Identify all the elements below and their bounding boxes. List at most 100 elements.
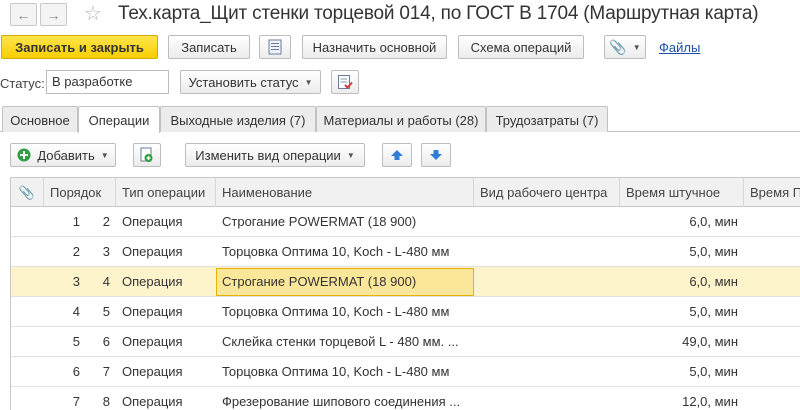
add-circle-icon [17,148,31,162]
tab-main[interactable]: Основное [2,106,78,132]
change-operation-view-button[interactable]: Изменить вид операции ▼ [185,143,365,167]
move-down-button[interactable] [421,143,451,167]
caret-down-icon: ▼ [632,42,641,52]
cell-work-center[interactable] [474,297,620,326]
cell-row-number[interactable]: 4 [44,297,86,326]
cell-name[interactable]: Фрезерование шипового соединения ... [216,387,474,410]
status-field[interactable]: В разработке [46,70,169,94]
column-header-order[interactable]: Порядок [44,178,116,207]
tab-labor-costs[interactable]: Трудозатраты (7) [486,106,608,132]
arrow-down-icon [430,150,442,160]
cell-name[interactable]: Торцовка Оптима 10, Koch - L-480 мм [216,237,474,266]
checklist-icon [338,75,353,89]
cell-row-number[interactable]: 2 [44,237,86,266]
cell-operation-type[interactable]: Операция [116,327,216,356]
cell-operation-type[interactable]: Операция [116,357,216,386]
save-button[interactable]: Записать [168,35,250,59]
table-row[interactable]: 3 4 Операция Строгание POWERMAT (18 900) 6,0… [11,267,800,297]
cell-order[interactable]: 4 [86,267,116,296]
operations-scheme-button[interactable]: Схема операций [458,35,584,59]
cell-order[interactable]: 5 [86,297,116,326]
column-header-label: Вид рабочего центра [480,185,608,200]
table-row[interactable]: 6 7 Операция Торцовка Оптима 10, Koch - L-4… [11,357,800,387]
cell-order[interactable]: 6 [86,327,116,356]
document-list-icon [268,39,282,55]
table-row[interactable]: 5 6 Операция Склейка стенки торцевой L - 48… [11,327,800,357]
cell-work-center[interactable] [474,387,620,410]
window-title: Тех.карта_Щит стенки торцевой 014, по ГО… [118,3,759,24]
print-button[interactable] [259,35,291,59]
cell-operation-type[interactable]: Операция [116,207,216,236]
set-status-label: Установить статус [188,74,299,90]
add-button[interactable]: Добавить ▼ [10,143,116,167]
move-up-button[interactable] [382,143,412,167]
table-row[interactable]: 4 5 Операция Торцовка Оптима 10, Koch - L-4… [11,297,800,327]
cell-piece-time[interactable]: 5,0, мин [620,237,744,266]
tab-main-label: Основное [10,113,70,128]
forward-button[interactable]: → [40,3,67,26]
cell-work-center[interactable] [474,207,620,236]
cell-piece-time[interactable]: 5,0, мин [620,297,744,326]
cell-piece-time[interactable]: 49,0, мин [620,327,744,356]
cell-operation-type[interactable]: Операция [116,267,216,296]
cell-name[interactable]: Торцовка Оптима 10, Koch - L-480 мм [216,357,474,386]
add-label: Добавить [37,147,95,163]
column-header-operation-type[interactable]: Тип операции [116,178,216,207]
cell-name[interactable]: Торцовка Оптима 10, Koch - L-480 мм [216,297,474,326]
cell-row-number[interactable]: 1 [44,207,86,236]
cell-order[interactable]: 3 [86,237,116,266]
cell-piece-time[interactable]: 5,0, мин [620,357,744,386]
set-status-button[interactable]: Установить статус ▼ [180,70,321,94]
cell-row-number[interactable]: 6 [44,357,86,386]
tab-output-items-label: Выходные изделия (7) [170,113,306,128]
table-row[interactable]: 1 2 Операция Строгание POWERMAT (18 900) 6,0… [11,207,800,237]
cell-work-center[interactable] [474,357,620,386]
back-button[interactable]: ← [10,3,37,26]
cell-piece-time[interactable]: 6,0, мин [620,267,744,296]
column-header-name[interactable]: Наименование [216,178,474,207]
tab-output-items[interactable]: Выходные изделия (7) [160,106,316,132]
column-header-label: Время П [750,185,800,200]
cell-row-number[interactable]: 3 [44,267,86,296]
cell-work-center[interactable] [474,327,620,356]
cell-name[interactable]: Склейка стенки торцевой L - 480 мм. ... [216,327,474,356]
column-header-work-center[interactable]: Вид рабочего центра [474,178,620,207]
column-header-time-p[interactable]: Время П [744,178,800,207]
save-and-close-button[interactable]: Записать и закрыть [1,35,158,59]
cell-piece-time[interactable]: 12,0, мин [620,387,744,410]
cell-piece-time[interactable]: 6,0, мин [620,207,744,236]
attachments-dropdown-button[interactable]: 📎 ▼ [604,35,646,59]
column-header-label: Наименование [222,185,313,200]
add-from-template-button[interactable] [133,143,161,167]
cell-row-number[interactable]: 7 [44,387,86,410]
tab-materials-works[interactable]: Материалы и работы (28) [316,106,486,132]
caret-down-icon: ▼ [100,150,109,160]
tab-operations[interactable]: Операции [78,106,160,133]
attachment-column-header[interactable]: 📎 [11,178,44,207]
change-operation-view-label: Изменить вид операции [195,147,341,163]
column-header-piece-time[interactable]: Время штучное [620,178,744,207]
cell-work-center[interactable] [474,237,620,266]
favorite-star-icon[interactable]: ☆ [84,2,102,26]
cell-operation-type[interactable]: Операция [116,297,216,326]
set-main-button[interactable]: Назначить основной [302,35,447,59]
caret-down-icon: ▼ [346,150,355,160]
tab-bar: Основное Операции Выходные изделия (7) М… [0,106,800,133]
paperclip-icon: 📎 [609,38,627,55]
cell-row-number[interactable]: 5 [44,327,86,356]
cell-order[interactable]: 2 [86,207,116,236]
arrow-left-icon: ← [16,6,31,23]
cell-operation-type[interactable]: Операция [116,387,216,410]
table-row[interactable]: 2 3 Операция Торцовка Оптима 10, Koch - L-4… [11,237,800,267]
cell-order[interactable]: 8 [86,387,116,410]
paperclip-icon: 📎 [18,185,36,200]
table-row[interactable]: 7 8 Операция Фрезерование шипового соединен… [11,387,800,410]
status-history-button[interactable] [331,70,359,94]
cell-name[interactable]: Строгание POWERMAT (18 900) [216,207,474,236]
cell-operation-type[interactable]: Операция [116,237,216,266]
cell-name[interactable]: Строгание POWERMAT (18 900) [216,267,474,296]
cell-work-center[interactable] [474,267,620,296]
files-link[interactable]: Файлы [659,40,700,55]
column-header-label: Тип операции [122,185,206,200]
cell-order[interactable]: 7 [86,357,116,386]
